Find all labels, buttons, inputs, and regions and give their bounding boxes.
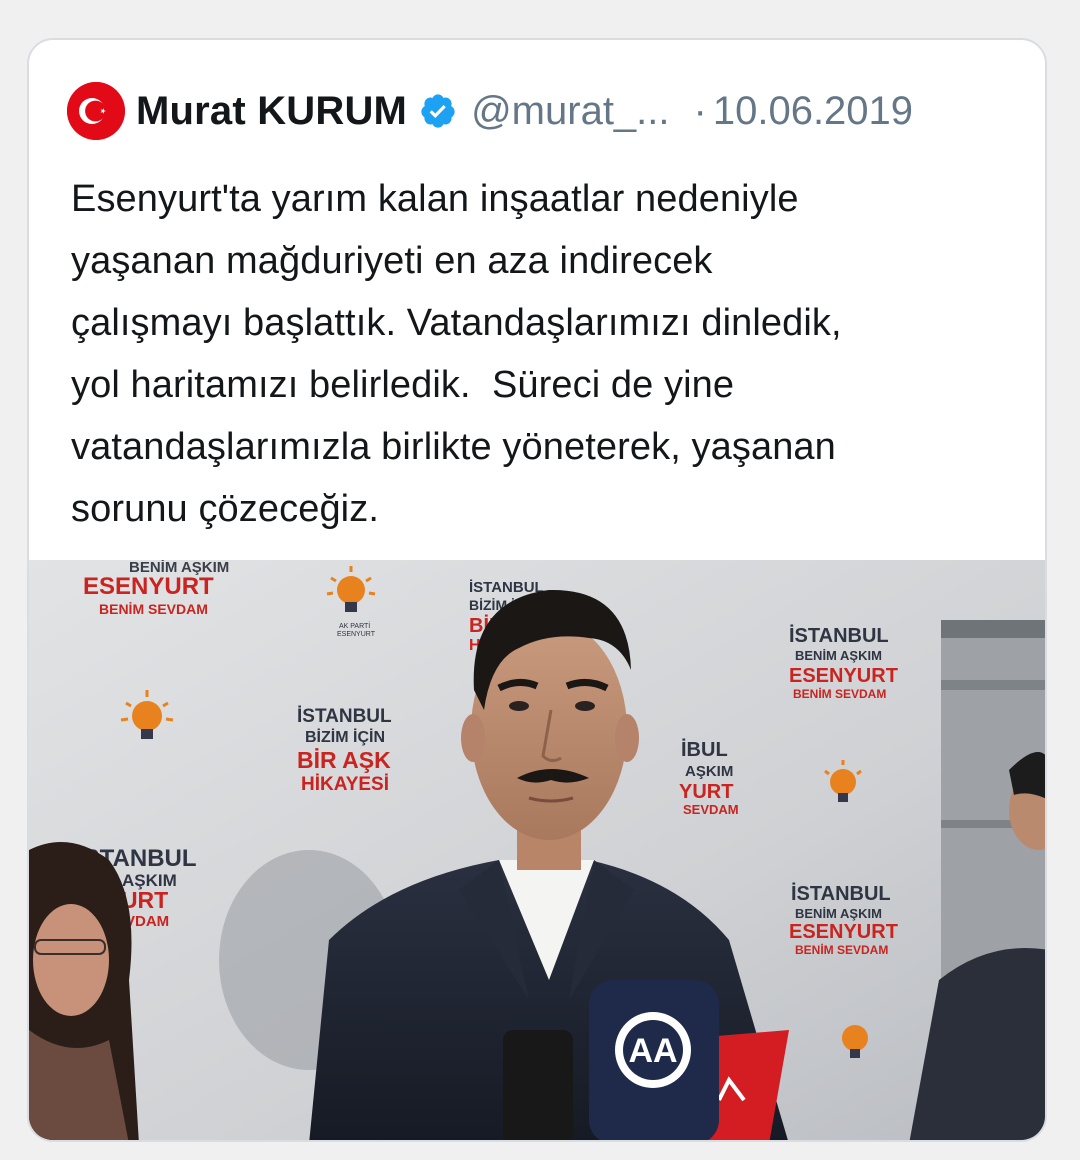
backdrop-text-line: İSTANBUL	[789, 624, 889, 647]
backdrop-text-line: ESENYURT	[83, 573, 214, 600]
tweet-photo[interactable]: BENİM AŞKIM ESENYURT BENİM SEVDAM İSTANB…	[29, 560, 1045, 1140]
backdrop-text-line: SEVDAM	[683, 802, 739, 817]
author-handle[interactable]: @murat_...	[471, 89, 669, 134]
backdrop-text-line: BENİM SEVDAM	[795, 942, 888, 957]
backdrop-text-line: YURT	[679, 781, 733, 803]
aa-logo: AA	[628, 1032, 677, 1070]
tweet-card[interactable]: Murat KURUM @murat_... · 10.06.2019 Esen…	[27, 38, 1047, 1142]
tweet-text: Esenyurt'ta yarım kalan inşaatlar nedeni…	[71, 178, 842, 530]
tweet-header: Murat KURUM @murat_... · 10.06.2019	[67, 82, 913, 140]
backdrop-text-line: BENİM SEVDAM	[793, 686, 886, 701]
backdrop-text-2: İSTANBUL BİZİM İÇİN BİR AŞK HİKAYESİ	[297, 706, 392, 795]
backdrop-text-line: İSTANBUL	[791, 882, 891, 905]
woman-left	[29, 842, 139, 1140]
page: Murat KURUM @murat_... · 10.06.2019 Esen…	[0, 0, 1080, 1160]
separator-dot: ·	[693, 88, 707, 133]
avatar[interactable]	[67, 82, 125, 140]
author-name[interactable]: Murat KURUM	[136, 89, 407, 134]
verified-badge-icon	[421, 94, 455, 128]
backdrop-text-4: İSTANBUL BENİM AŞKIM ESENYURT BENİM SEVD…	[789, 624, 898, 701]
backdrop-text-line: BİZİM İÇİN	[305, 728, 385, 746]
backdrop-text-line: AŞKIM	[685, 763, 733, 780]
backdrop-text-line: ESENYURT	[789, 665, 898, 687]
backdrop-text-line: AK PARTİ	[339, 621, 370, 630]
backdrop-text-6: İSTANBUL BENİM AŞKIM ESENYURT BENİM SEVD…	[789, 882, 898, 957]
turkish-flag-icon	[67, 82, 125, 140]
backdrop-text-line: ESENYURT	[337, 631, 376, 638]
backdrop-text-line: BENİM AŞKIM	[795, 648, 882, 663]
backdrop-text-line: İBUL	[681, 738, 728, 761]
tweet-date[interactable]: 10.06.2019	[713, 89, 913, 134]
press-conference-photo: BENİM AŞKIM ESENYURT BENİM SEVDAM İSTANB…	[29, 560, 1045, 1140]
backdrop-text-line: ESENYURT	[789, 921, 898, 943]
backdrop-text-line: İSTANBUL	[297, 706, 392, 727]
backdrop-text-line: BENİM AŞKIM	[795, 906, 882, 921]
backdrop-text-line: HİKAYESİ	[301, 774, 389, 795]
backdrop-text-line: BENİM SEVDAM	[99, 601, 208, 617]
backdrop-text-line: BİR AŞK	[297, 747, 391, 773]
